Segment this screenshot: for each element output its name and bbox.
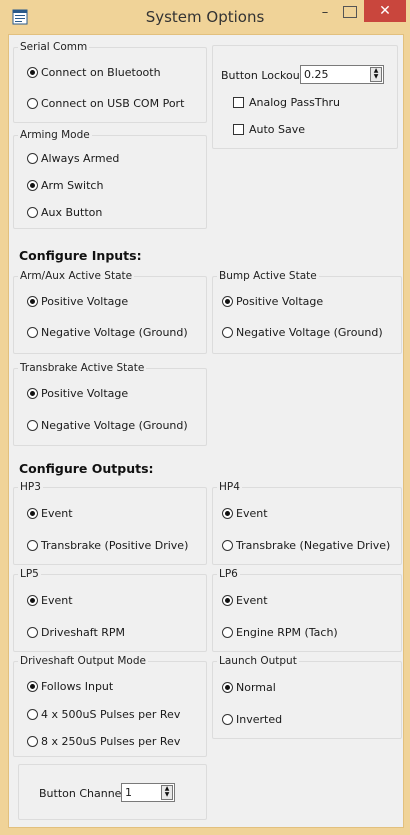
radio-indicator — [27, 207, 38, 218]
options-panel: Serial Comm Connect on Bluetooth Connect… — [8, 34, 404, 828]
radio-aux-button[interactable]: Aux Button — [27, 206, 102, 219]
launch-output-legend: Launch Output — [219, 655, 297, 667]
radio-follows-input[interactable]: Follows Input — [27, 680, 113, 693]
radio-hp4-transbrake[interactable]: Transbrake (Negative Drive) — [222, 539, 390, 552]
radio-indicator — [27, 681, 38, 692]
configure-outputs-heading: Configure Outputs: — [19, 461, 154, 476]
transbrake-active-legend: Transbrake Active State — [20, 362, 145, 374]
button-channel-label: Button Channel — [39, 787, 125, 800]
spinner-arrows-icon[interactable]: ▲ ▼ — [370, 67, 382, 82]
arming-mode-legend: Arming Mode — [20, 129, 90, 141]
launch-output-group: Launch Output — [212, 655, 402, 739]
radio-hp3-event[interactable]: Event — [27, 507, 73, 520]
hp3-legend: HP3 — [20, 481, 41, 493]
radio-indicator — [222, 296, 233, 307]
radio-indicator — [27, 67, 38, 78]
radio-transbrake-negative[interactable]: Negative Voltage (Ground) — [27, 419, 188, 432]
radio-indicator — [222, 627, 233, 638]
title-bar[interactable]: System Options – ✕ — [0, 0, 410, 34]
radio-lp5-driveshaft-rpm[interactable]: Driveshaft RPM — [27, 626, 125, 639]
close-icon[interactable]: ✕ — [364, 0, 406, 22]
button-lockout-label: Button Lockout — [221, 69, 305, 82]
radio-indicator — [222, 327, 233, 338]
radio-hp3-transbrake[interactable]: Transbrake (Positive Drive) — [27, 539, 188, 552]
button-lockout-spinner[interactable]: 0.25 ▲ ▼ — [300, 65, 384, 84]
serial-comm-legend: Serial Comm — [20, 41, 88, 53]
hp3-group: HP3 — [13, 481, 207, 565]
radio-connect-bluetooth[interactable]: Connect on Bluetooth — [27, 66, 161, 79]
radio-indicator — [27, 388, 38, 399]
button-channel-spinner[interactable]: 1 ▲ ▼ — [121, 783, 175, 802]
radio-indicator — [27, 153, 38, 164]
hp4-group: HP4 — [212, 481, 402, 565]
radio-indicator — [27, 180, 38, 191]
maximize-icon[interactable] — [343, 6, 357, 18]
radio-indicator — [27, 540, 38, 551]
lp5-legend: LP5 — [20, 568, 39, 580]
radio-indicator — [222, 508, 233, 519]
radio-indicator — [27, 327, 38, 338]
radio-indicator — [222, 714, 233, 725]
radio-lp5-event[interactable]: Event — [27, 594, 73, 607]
radio-indicator — [222, 682, 233, 693]
lp5-group: LP5 — [13, 568, 207, 652]
radio-connect-usb-com[interactable]: Connect on USB COM Port — [27, 97, 184, 110]
radio-hp4-event[interactable]: Event — [222, 507, 268, 520]
lp6-group: LP6 — [212, 568, 402, 652]
radio-8x250us[interactable]: 8 x 250uS Pulses per Rev — [27, 735, 180, 748]
radio-indicator — [27, 709, 38, 720]
button-channel-value: 1 — [125, 786, 132, 799]
checkbox-indicator — [233, 97, 244, 108]
button-lockout-value: 0.25 — [304, 68, 329, 81]
spinner-arrows-icon[interactable]: ▲ ▼ — [161, 785, 173, 800]
radio-launch-normal[interactable]: Normal — [222, 681, 276, 694]
radio-bump-positive[interactable]: Positive Voltage — [222, 295, 323, 308]
system-options-window: System Options – ✕ Serial Comm Connect o… — [0, 0, 410, 835]
radio-arm-aux-negative[interactable]: Negative Voltage (Ground) — [27, 326, 188, 339]
checkbox-indicator — [233, 124, 244, 135]
radio-4x500us[interactable]: 4 x 500uS Pulses per Rev — [27, 708, 180, 721]
hp4-legend: HP4 — [219, 481, 240, 493]
driveshaft-output-mode-legend: Driveshaft Output Mode — [20, 655, 146, 667]
auto-save-checkbox[interactable]: Auto Save — [233, 123, 305, 136]
arm-aux-active-legend: Arm/Aux Active State — [20, 270, 133, 282]
radio-indicator — [27, 420, 38, 431]
radio-lp6-event[interactable]: Event — [222, 594, 268, 607]
serial-comm-group: Serial Comm — [13, 41, 207, 123]
radio-launch-inverted[interactable]: Inverted — [222, 713, 282, 726]
arm-aux-active-group: Arm/Aux Active State — [13, 270, 207, 354]
transbrake-active-group: Transbrake Active State — [13, 362, 207, 446]
radio-indicator — [27, 296, 38, 307]
radio-indicator — [27, 98, 38, 109]
radio-indicator — [27, 595, 38, 606]
lp6-legend: LP6 — [219, 568, 238, 580]
radio-indicator — [27, 736, 38, 747]
radio-indicator — [222, 540, 233, 551]
radio-indicator — [222, 595, 233, 606]
radio-arm-aux-positive[interactable]: Positive Voltage — [27, 295, 128, 308]
minimize-icon[interactable]: – — [318, 6, 332, 22]
bump-active-group: Bump Active State — [212, 270, 402, 354]
radio-bump-negative[interactable]: Negative Voltage (Ground) — [222, 326, 383, 339]
radio-indicator — [27, 508, 38, 519]
radio-arm-switch[interactable]: Arm Switch — [27, 179, 103, 192]
radio-indicator — [27, 627, 38, 638]
configure-inputs-heading: Configure Inputs: — [19, 248, 142, 263]
radio-lp6-engine-rpm[interactable]: Engine RPM (Tach) — [222, 626, 338, 639]
bump-active-legend: Bump Active State — [219, 270, 317, 282]
radio-always-armed[interactable]: Always Armed — [27, 152, 119, 165]
analog-passthru-checkbox[interactable]: Analog PassThru — [233, 96, 340, 109]
radio-transbrake-positive[interactable]: Positive Voltage — [27, 387, 128, 400]
